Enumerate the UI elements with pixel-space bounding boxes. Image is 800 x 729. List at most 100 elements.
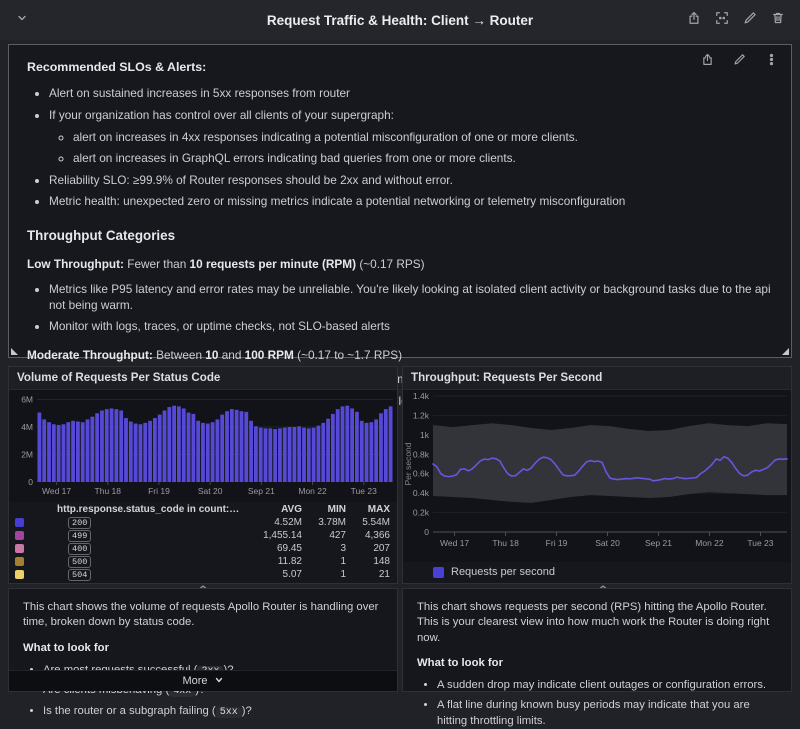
resize-handle[interactable] [11,348,18,355]
status-code-chip[interactable]: 400 [68,543,91,555]
collapse-handle-icon[interactable] [596,579,610,586]
avg-value: 4.52M [240,517,302,528]
svg-text:0.2k: 0.2k [413,508,430,518]
status-code-chip[interactable]: 200 [68,517,91,529]
status-code-bar-chart: 02M4M6MWed 17Thu 18Fri 19Sat 20Sep 21Mon… [9,390,397,502]
legend-row[interactable]: 499 1,455.144274,366 [9,529,397,542]
metric-query-label: http.response.status_code in count:http.… [57,504,240,515]
list-item: Monitor with logs, traces, or uptime che… [49,319,773,335]
share-icon [701,53,714,71]
heading: What to look for [417,656,777,671]
min-value: 427 [302,530,346,541]
edit-icon [743,11,757,30]
kebab-icon [765,53,778,71]
status-code-chip[interactable]: 500 [68,556,91,568]
avg-value: 69.45 [240,543,302,554]
svg-text:Fri 19: Fri 19 [148,486,170,496]
focus-button[interactable] [712,10,732,30]
svg-text:0: 0 [28,477,33,487]
share-icon [687,11,701,30]
col-avg: AVG [240,504,302,515]
max-value: 21 [346,569,390,580]
svg-text:0.8k: 0.8k [413,449,430,459]
panel-share-button[interactable] [697,52,717,72]
delete-button[interactable] [768,10,788,30]
heading: What to look for [23,641,383,656]
volume-chart-panel: Volume of Requests Per Status Code 0 2M 4M… [8,366,398,584]
throughput-description-panel: This chart shows requests per second (RP… [402,588,792,692]
svg-text:4M: 4M [21,422,33,432]
edit-icon [733,53,746,71]
collapse-handle-icon[interactable] [196,579,210,586]
svg-text:Mon 22: Mon 22 [298,486,327,496]
series-color-swatch [15,570,24,579]
max-value: 148 [346,556,390,567]
list-item: Is the router or a subgraph failing (5xx… [43,704,383,720]
max-value: 5.54M [346,517,390,528]
col-min: MIN [302,504,346,515]
avg-value: 11.82 [240,556,302,567]
svg-text:Tue 23: Tue 23 [747,538,773,548]
paragraph: Low Throughput: Fewer than 10 requests p… [27,257,773,273]
svg-text:Sat 20: Sat 20 [595,538,620,548]
status-code-chip[interactable]: 499 [68,530,91,542]
panel-title[interactable]: Throughput: Requests Per Second [403,367,791,390]
svg-text:Sep 21: Sep 21 [645,538,672,548]
max-value: 4,366 [346,530,390,541]
svg-text:2M: 2M [21,450,33,460]
avg-value: 1,455.14 [240,530,302,541]
min-value: 3.78M [302,517,346,528]
svg-text:Tue 23: Tue 23 [351,486,377,496]
list-item: Metrics like P95 latency and error rates… [49,282,773,313]
legend-row[interactable]: 40069.453207 [9,542,397,555]
svg-text:Per second: Per second [403,442,413,485]
status-code-chip[interactable]: 504 [68,569,91,581]
more-button[interactable]: More [9,670,397,691]
svg-text:1k: 1k [420,430,430,440]
focus-icon [715,11,729,30]
legend-row[interactable]: 500 11.821148 [9,555,397,568]
series-color-swatch [15,531,24,540]
series-color-swatch [15,518,24,527]
text-panel: Recommended SLOs & Alerts: Alert on susta… [8,44,792,358]
throughput-chart-panel: Throughput: Requests Per Second 0 0.2k 0.4… [402,366,792,584]
avg-value: 5.07 [240,569,302,580]
svg-text:Sat 20: Sat 20 [198,486,223,496]
svg-text:Mon 22: Mon 22 [695,538,724,548]
svg-text:Sep 21: Sep 21 [248,486,275,496]
list-item: Metric health: unexpected zero or missin… [49,194,773,210]
panel-edit-button[interactable] [729,52,749,72]
svg-text:0.6k: 0.6k [413,469,430,479]
list-item: alert on increases in 4xx responses indi… [73,130,773,146]
list-item: Alert on sustained increases in 5xx resp… [49,86,773,102]
svg-text:1.4k: 1.4k [413,391,430,401]
list-item: Reliability SLO: ≥99.9% of Router respon… [49,173,773,189]
list-item: A sudden drop may indicate client outage… [437,678,777,693]
edit-button[interactable] [740,10,760,30]
svg-text:6M: 6M [21,395,33,405]
min-value: 1 [302,556,346,567]
list-item: alert on increases in GraphQL errors ind… [73,151,773,167]
panel-menu-button[interactable] [761,52,781,72]
svg-text:Thu 18: Thu 18 [95,486,122,496]
resize-handle[interactable] [782,348,789,355]
dashboard-header: Request Traffic & Health: Client → Route… [0,0,800,40]
share-button[interactable] [684,10,704,30]
svg-text:0.4k: 0.4k [413,488,430,498]
heading: Recommended SLOs & Alerts: [27,59,773,75]
series-label: Requests per second [451,566,555,578]
svg-text:1.2k: 1.2k [413,410,430,420]
series-color-swatch [15,557,24,566]
panel-title[interactable]: Volume of Requests Per Status Code [9,367,397,390]
paragraph: This chart shows the volume of requests … [23,600,383,631]
collapse-row-button[interactable] [12,10,32,30]
series-color-swatch [15,544,24,553]
col-max: MAX [346,504,390,515]
series-color-swatch [433,567,444,578]
rps-line-chart: 00.2k0.4k0.6k0.8k1k1.2k1.4kWed 17Thu 18F… [403,390,791,562]
list-item: A flat line during known busy periods ma… [437,698,777,729]
min-value: 3 [302,543,346,554]
legend-row[interactable]: 200 4.52M3.78M5.54M [9,516,397,529]
more-label: More [182,675,207,687]
svg-text:0: 0 [424,527,429,537]
